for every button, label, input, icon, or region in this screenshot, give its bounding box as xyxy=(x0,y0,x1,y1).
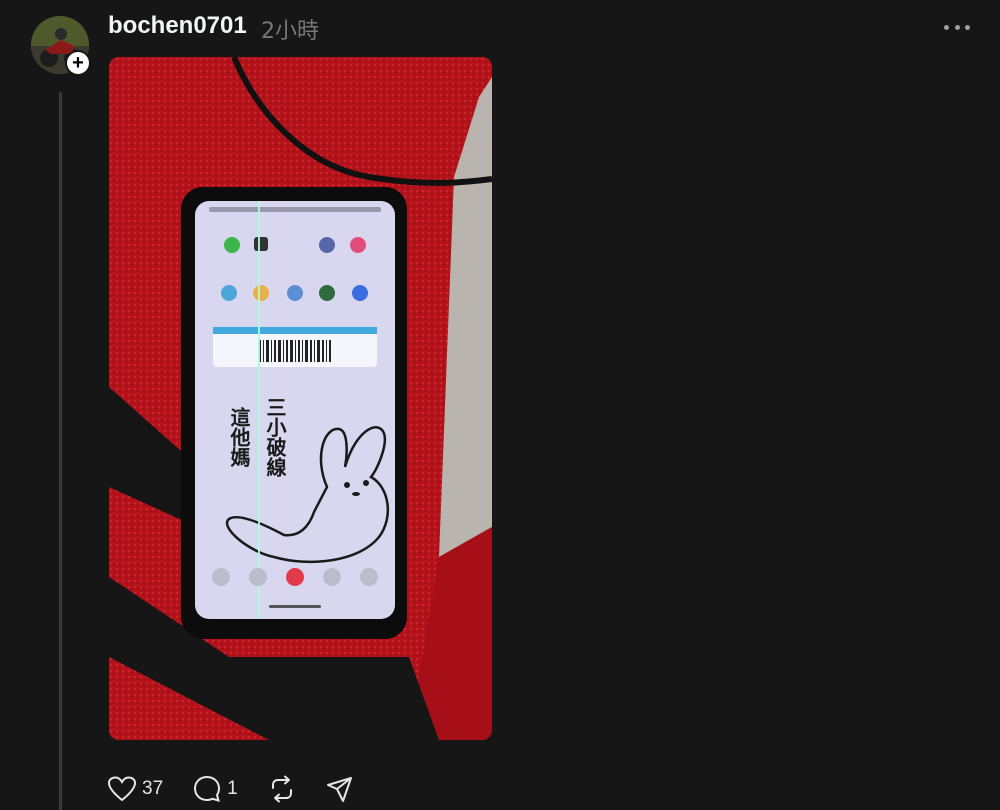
more-horizontal-icon xyxy=(944,24,949,30)
comment-count: 1 xyxy=(227,778,238,799)
share-button[interactable] xyxy=(326,775,354,803)
follow-button[interactable]: + xyxy=(65,50,91,76)
username[interactable]: bochen0701 xyxy=(108,12,247,40)
repost-icon xyxy=(271,775,292,803)
screen-text-left: 這他媽 xyxy=(227,406,251,468)
thread-line xyxy=(59,92,62,810)
timestamp[interactable]: 2小時 xyxy=(261,13,319,45)
like-count: 37 xyxy=(142,778,164,799)
post-actions: 37 1 xyxy=(108,772,384,806)
like-button[interactable]: 37 xyxy=(108,776,163,802)
repost-button[interactable] xyxy=(268,775,296,803)
comment-icon xyxy=(194,775,221,802)
plus-icon: + xyxy=(72,52,84,74)
heart-icon xyxy=(108,776,136,802)
share-icon xyxy=(326,777,352,802)
more-options-button[interactable] xyxy=(944,16,970,38)
post-photo[interactable]: 這他媽 三小破線 xyxy=(109,57,492,740)
comment-button[interactable]: 1 xyxy=(193,775,238,803)
screen-text-right: 三小破線 xyxy=(263,397,287,477)
